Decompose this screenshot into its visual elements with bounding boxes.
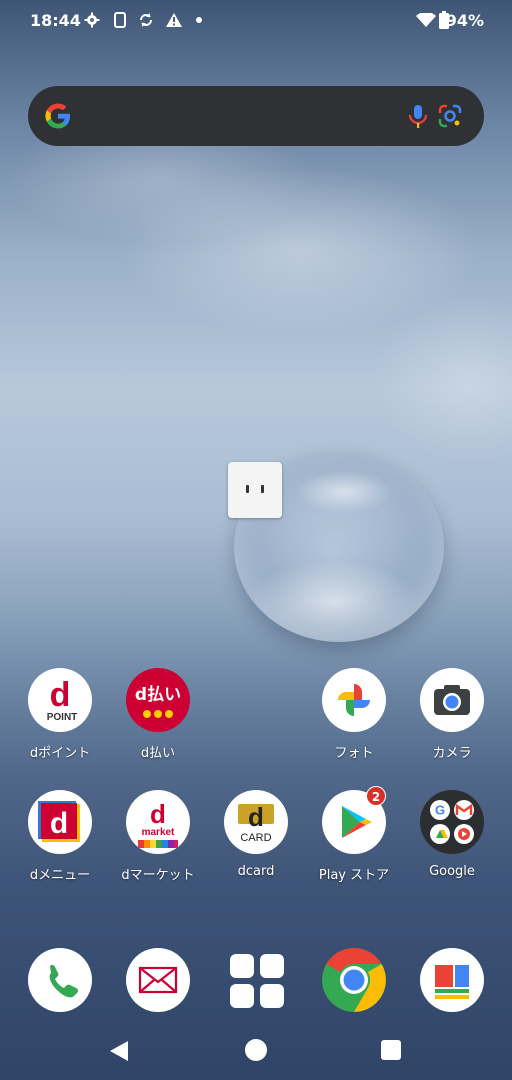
app-label: dメニュー xyxy=(29,868,91,883)
app-dpay[interactable]: d払い d払い xyxy=(110,668,206,761)
svg-text:G: G xyxy=(435,803,445,818)
face-widget[interactable] xyxy=(228,462,282,518)
sync-icon xyxy=(140,13,152,27)
svg-text:POINT: POINT xyxy=(47,712,78,723)
dpoint-icon: d POINT xyxy=(28,668,92,732)
dock-mail[interactable] xyxy=(110,948,206,1012)
app-drawer-icon xyxy=(224,948,288,1012)
back-icon[interactable] xyxy=(108,1040,130,1062)
dpay-icon: d払い xyxy=(126,668,190,732)
news-icon xyxy=(420,948,484,1012)
app-dcard[interactable]: d CARD dcard xyxy=(208,790,304,879)
app-google-folder[interactable]: G Google xyxy=(404,790,500,879)
chrome-icon xyxy=(322,948,386,1012)
mail-icon xyxy=(126,948,190,1012)
lens-icon[interactable] xyxy=(436,102,464,130)
dock-chrome[interactable] xyxy=(306,948,402,1012)
app-label: カメラ xyxy=(432,746,472,761)
dock-news[interactable] xyxy=(404,948,500,1012)
phone-dial-icon xyxy=(28,948,92,1012)
app-label: Play ストア xyxy=(318,868,390,883)
gear-icon xyxy=(84,12,100,28)
photos-icon xyxy=(322,668,386,732)
svg-text:d: d xyxy=(50,807,68,840)
dock-phone[interactable] xyxy=(12,948,108,1012)
status-time: 18:44 xyxy=(30,11,81,30)
svg-text:d払い: d払い xyxy=(135,684,181,705)
app-dmenu[interactable]: d dメニュー xyxy=(12,790,108,883)
app-label: dマーケット xyxy=(121,868,195,883)
svg-text:d: d xyxy=(248,802,264,832)
dock-app-drawer[interactable] xyxy=(208,948,304,1012)
dmarket-icon: d market xyxy=(126,790,190,854)
app-label: dcard xyxy=(237,864,275,879)
app-label: Google xyxy=(429,864,475,879)
google-search-bar[interactable] xyxy=(28,86,484,146)
home-icon[interactable] xyxy=(245,1039,267,1061)
svg-text:market: market xyxy=(142,827,175,838)
battery-percent: 94% xyxy=(445,11,484,30)
camera-icon xyxy=(420,668,484,732)
app-label: フォト xyxy=(334,746,374,761)
status-bar: 18:44 94% xyxy=(0,0,512,44)
dmenu-icon: d xyxy=(28,790,92,854)
app-dmarket[interactable]: d market dマーケット xyxy=(110,790,206,883)
app-label: dポイント xyxy=(29,746,91,761)
svg-text:d: d xyxy=(50,676,71,714)
notification-badge: 2 xyxy=(366,786,386,806)
app-photos[interactable]: フォト xyxy=(306,668,402,761)
dot-icon xyxy=(196,17,202,23)
widget-eye-right xyxy=(261,485,264,493)
app-label: d払い xyxy=(140,746,176,761)
wifi-icon xyxy=(416,13,436,27)
phone-icon xyxy=(114,12,126,28)
app-dpoint[interactable]: d POINT dポイント xyxy=(12,668,108,761)
widget-eye-left xyxy=(246,485,249,493)
app-play-store[interactable]: 2 Play ストア xyxy=(306,786,402,883)
google-g-icon xyxy=(45,103,70,129)
svg-text:CARD: CARD xyxy=(240,832,271,844)
recents-icon[interactable] xyxy=(381,1040,401,1060)
dcard-icon: d CARD xyxy=(224,790,288,854)
google-folder-icon: G xyxy=(420,790,484,854)
warning-icon xyxy=(166,13,182,27)
mic-icon[interactable] xyxy=(404,102,432,130)
svg-text:d: d xyxy=(150,799,166,829)
app-camera[interactable]: カメラ xyxy=(404,668,500,761)
